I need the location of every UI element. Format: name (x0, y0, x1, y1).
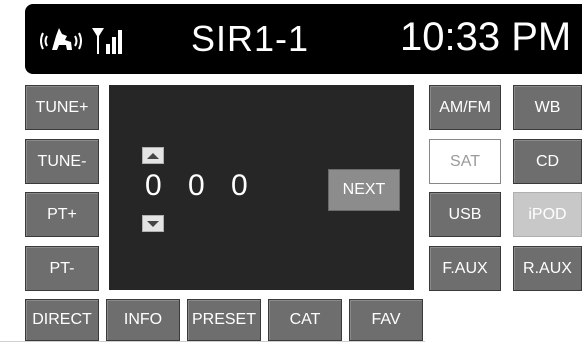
signal-strength-icon (92, 28, 122, 54)
clock: 10:33 PM (400, 15, 572, 59)
sat-button[interactable]: SAT (429, 139, 501, 184)
preset-tune-up-button[interactable]: PT+ (25, 192, 99, 237)
favorite-button[interactable]: FAV (349, 299, 423, 341)
channel-entry-display: 0 0 0 NEXT (109, 85, 414, 290)
info-button[interactable]: INFO (106, 299, 180, 341)
weather-band-button[interactable]: WB (513, 85, 582, 130)
usb-button[interactable]: USB (429, 192, 501, 237)
preset-tune-down-button[interactable]: PT- (25, 246, 99, 291)
front-aux-button[interactable]: F.AUX (429, 246, 501, 291)
divider (0, 341, 425, 342)
tune-down-button[interactable]: TUNE- (25, 139, 99, 184)
preset-button[interactable]: PRESET (187, 299, 261, 341)
down-arrow-icon (147, 220, 159, 227)
channel-down-button[interactable] (142, 215, 164, 232)
ipod-button[interactable]: iPOD (513, 192, 582, 237)
status-bar: SIR1-1 10:33 PM (25, 4, 582, 74)
direct-button[interactable]: DIRECT (25, 299, 99, 341)
channel-digit: 0 (145, 169, 162, 202)
next-button[interactable]: NEXT (328, 169, 400, 211)
category-button[interactable]: CAT (268, 299, 342, 341)
channel-digit: 0 (231, 169, 248, 202)
sirius-dog-icon (40, 28, 82, 50)
up-arrow-icon (147, 152, 159, 159)
rear-aux-button[interactable]: R.AUX (513, 246, 582, 291)
channel-digit: 0 (188, 169, 205, 202)
channel-up-button[interactable] (142, 147, 164, 164)
cd-button[interactable]: CD (513, 139, 582, 184)
channel-label: SIR1-1 (191, 18, 310, 59)
am-fm-button[interactable]: AM/FM (429, 85, 501, 130)
tune-up-button[interactable]: TUNE+ (25, 85, 99, 130)
